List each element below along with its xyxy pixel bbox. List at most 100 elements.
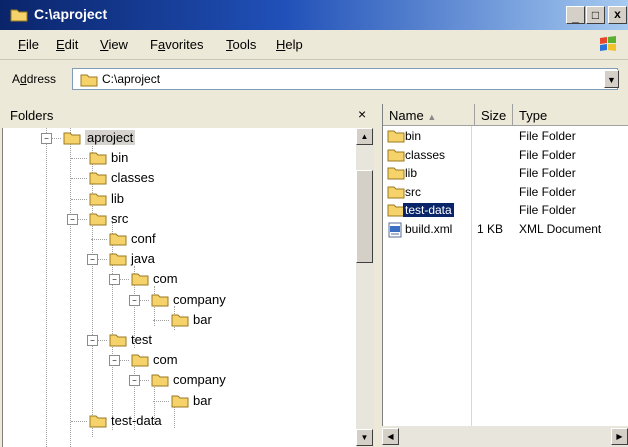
file-name: lib bbox=[405, 166, 418, 181]
scroll-right-button[interactable]: ▶ bbox=[611, 428, 628, 445]
windows-logo-icon bbox=[600, 36, 616, 51]
collapse-toggle-icon[interactable]: − bbox=[129, 375, 140, 387]
tree-item[interactable]: classes bbox=[3, 168, 357, 188]
tree-item[interactable]: − com bbox=[3, 350, 357, 370]
tree-item[interactable]: bar bbox=[3, 310, 357, 330]
tree-item-label: lib bbox=[111, 190, 125, 206]
address-dropdown-button[interactable]: ▼ bbox=[604, 70, 619, 88]
tree-item-label: bar bbox=[193, 392, 212, 408]
folder-icon bbox=[89, 171, 107, 185]
folders-pane-header: Folders × bbox=[2, 104, 374, 126]
menu-file[interactable]: File bbox=[18, 37, 39, 52]
scroll-up-button[interactable]: ▲ bbox=[356, 128, 373, 145]
collapse-toggle-icon[interactable]: − bbox=[87, 254, 98, 266]
collapse-toggle-icon[interactable]: − bbox=[129, 294, 140, 306]
file-name: bin bbox=[405, 129, 422, 143]
folder-icon bbox=[89, 414, 107, 428]
collapse-toggle-icon[interactable]: − bbox=[109, 355, 120, 367]
file-list-scrollbar[interactable]: ◀ ▶ bbox=[382, 426, 628, 447]
file-type: XML Document bbox=[519, 222, 602, 236]
tree-item[interactable]: − company bbox=[3, 290, 357, 310]
scroll-thumb[interactable] bbox=[356, 170, 373, 263]
tree-item-label: company bbox=[173, 291, 226, 307]
file-row[interactable]: test-data File Folder bbox=[383, 202, 628, 220]
tree-item-label: company bbox=[173, 372, 226, 388]
folder-icon bbox=[151, 373, 169, 387]
menu-edit[interactable]: Edit bbox=[56, 37, 78, 52]
file-list: Name ▲ Size Type bin File Folder classes Fi… bbox=[382, 104, 628, 447]
xml-file-icon bbox=[387, 222, 403, 241]
pane-splitter[interactable] bbox=[375, 96, 381, 447]
tree-item-label: test bbox=[131, 332, 152, 347]
file-type: File Folder bbox=[519, 184, 576, 199]
tree-item[interactable]: test-data bbox=[3, 411, 357, 431]
folder-icon bbox=[89, 212, 107, 226]
file-row[interactable]: bin File Folder bbox=[383, 128, 628, 146]
folder-icon bbox=[171, 313, 189, 327]
collapse-toggle-icon[interactable]: − bbox=[67, 213, 78, 225]
file-type: File Folder bbox=[519, 166, 576, 181]
file-row[interactable]: build.xml 1 KB XML Document bbox=[383, 221, 628, 239]
folder-icon bbox=[10, 9, 28, 22]
file-row[interactable]: lib File Folder bbox=[383, 165, 628, 183]
tree-item[interactable]: − aproject bbox=[3, 128, 357, 148]
tree-item-label: bin bbox=[111, 150, 129, 166]
address-label: Address bbox=[12, 72, 57, 86]
tree-item-label: src bbox=[111, 210, 129, 226]
menu-favorites[interactable]: Favorites bbox=[150, 37, 203, 52]
close-button[interactable]: x bbox=[608, 6, 627, 24]
menu-view[interactable]: View bbox=[100, 37, 128, 52]
folder-icon bbox=[80, 74, 98, 87]
folder-icon bbox=[387, 129, 405, 146]
tree-item-label: aproject bbox=[85, 130, 136, 145]
file-size: 1 KB bbox=[477, 222, 504, 236]
scroll-down-button[interactable]: ▼ bbox=[356, 429, 373, 446]
minimize-button[interactable]: _ bbox=[566, 6, 585, 24]
tree-item-label: conf bbox=[131, 231, 156, 246]
folder-icon bbox=[387, 166, 405, 183]
title-bar[interactable]: C:\aproject _ □ x bbox=[0, 0, 628, 30]
address-value[interactable]: C:\aproject bbox=[102, 72, 160, 86]
collapse-toggle-icon[interactable]: − bbox=[87, 335, 98, 346]
file-type: File Folder bbox=[519, 129, 576, 143]
tree-item[interactable]: − test bbox=[3, 330, 357, 350]
tree-item[interactable]: − java bbox=[3, 249, 357, 269]
tree-item[interactable]: − com bbox=[3, 269, 357, 289]
folder-icon bbox=[131, 353, 149, 367]
folders-pane-title: Folders bbox=[10, 108, 54, 123]
scroll-left-button[interactable]: ◀ bbox=[382, 428, 399, 445]
file-row[interactable]: src File Folder bbox=[383, 184, 628, 202]
maximize-button[interactable]: □ bbox=[586, 6, 605, 24]
file-type: File Folder bbox=[519, 203, 576, 218]
file-name: build.xml bbox=[405, 222, 453, 236]
folder-icon bbox=[109, 333, 127, 347]
menu-tools[interactable]: Tools bbox=[226, 37, 256, 52]
folder-icon bbox=[131, 272, 149, 286]
menu-help[interactable]: Help bbox=[276, 37, 303, 52]
tree-item-label: bar bbox=[193, 311, 212, 327]
tree-item[interactable]: bar bbox=[3, 391, 357, 411]
tree-item-label: com bbox=[153, 271, 178, 287]
column-header-type[interactable]: Type bbox=[513, 104, 628, 126]
folders-pane-close-button[interactable]: × bbox=[358, 106, 366, 122]
tree-item[interactable]: − company bbox=[3, 370, 357, 390]
tree-item[interactable]: conf bbox=[3, 229, 357, 249]
folder-icon bbox=[387, 185, 405, 202]
tree-item[interactable]: bin bbox=[3, 148, 357, 168]
column-header-name[interactable]: Name ▲ bbox=[383, 104, 475, 126]
folder-icon bbox=[89, 192, 107, 206]
file-row[interactable]: classes File Folder bbox=[383, 147, 628, 165]
collapse-toggle-icon[interactable]: − bbox=[109, 274, 120, 286]
folder-icon bbox=[151, 293, 169, 307]
column-header-size[interactable]: Size bbox=[475, 104, 513, 126]
folder-tree: − aproject bin classes lib − src conf − java − com −… bbox=[2, 128, 356, 447]
file-type: File Folder bbox=[519, 147, 576, 162]
tree-item[interactable]: lib bbox=[3, 189, 357, 209]
folder-icon bbox=[109, 232, 127, 246]
tree-item-label: com bbox=[153, 352, 178, 368]
folder-icon bbox=[63, 131, 81, 145]
tree-item[interactable]: − src bbox=[3, 209, 357, 229]
collapse-toggle-icon[interactable]: − bbox=[41, 133, 52, 144]
tree-item-label: java bbox=[131, 251, 155, 267]
folder-icon bbox=[89, 151, 107, 165]
